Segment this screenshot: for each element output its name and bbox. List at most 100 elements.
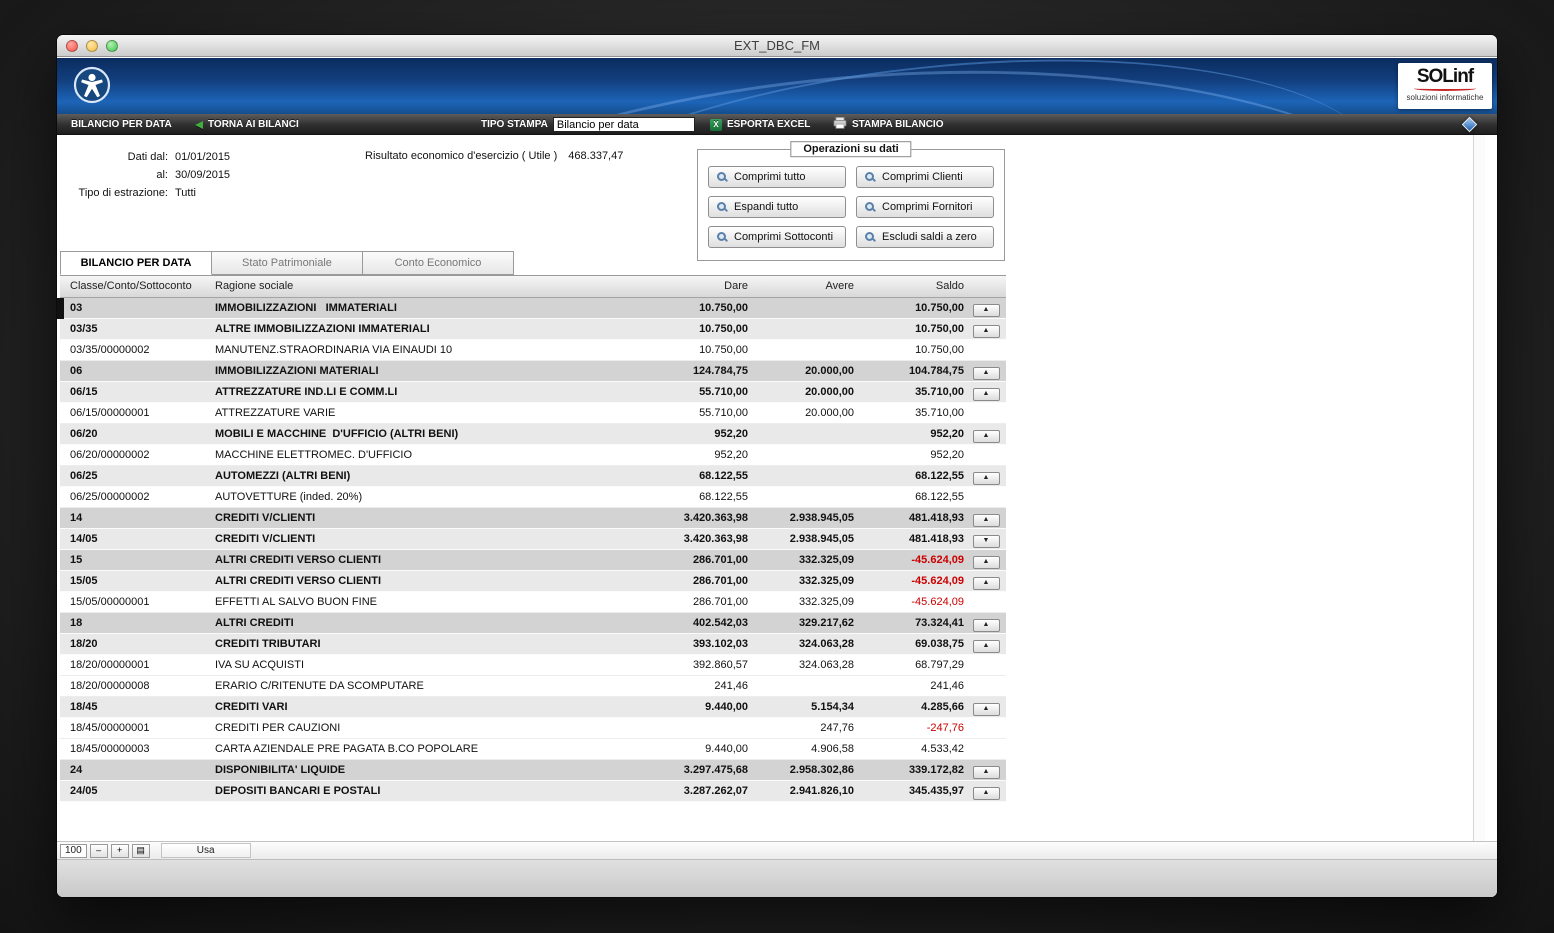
collapse-row-button[interactable]: ▲ [973,325,1000,338]
row-name: ALTRE IMMOBILIZZAZIONI IMMATERIALI [215,319,560,339]
zoom-level-box[interactable]: 100 [60,844,87,858]
table-row[interactable]: 06/20MOBILI E MACCHINE D'UFFICIO (ALTRI … [60,424,1006,445]
table-row[interactable]: 06/15/00000001ATTREZZATURE VARIE55.710,0… [60,403,1006,424]
row-code: 06/15 [60,382,215,402]
row-saldo: 69.038,75 [856,634,966,654]
row-saldo: 241,46 [856,676,966,696]
row-saldo: -45.624,09 [856,592,966,612]
row-actions: ▲ [966,571,1006,591]
table-row[interactable]: 06/15ATTREZZATURE IND.LI E COMM.LI55.710… [60,382,1006,403]
row-saldo: 10.750,00 [856,298,966,318]
escludi-saldi-a-zero-button[interactable]: Escludi saldi a zero [856,226,994,248]
table-header-row: Classe/Conto/SottocontoRagione socialeDa… [60,275,1006,298]
table-row[interactable]: 06/25AUTOMEZZI (ALTRI BENI)68.122,5568.1… [60,466,1006,487]
collapse-row-button[interactable]: ▲ [973,430,1000,443]
esporta-excel-label: ESPORTA EXCEL [727,119,810,130]
row-code: 15/05 [60,571,215,591]
vertical-scrollbar[interactable] [1473,135,1485,841]
collapse-row-button[interactable]: ▲ [973,787,1000,800]
table-row[interactable]: 03/35/00000002MANUTENZ.STRAORDINARIA VIA… [60,340,1006,361]
help-diamond-button[interactable] [1464,114,1475,135]
tab-stato-patrimoniale[interactable]: Stato Patrimoniale [211,251,363,275]
window-title: EXT_DBC_FM [57,35,1497,57]
comprimi-clienti-button[interactable]: Comprimi Clienti [856,166,994,188]
table-row[interactable]: 14CREDITI V/CLIENTI3.420.363,982.938.945… [60,508,1006,529]
table-row[interactable]: 15/05ALTRI CREDITI VERSO CLIENTI286.701,… [60,571,1006,592]
table-row[interactable]: 18/20CREDITI TRIBUTARI393.102,03324.063,… [60,634,1006,655]
zoom-window-button[interactable] [106,40,118,52]
close-window-button[interactable] [66,40,78,52]
table-row[interactable]: 03IMMOBILIZZAZIONI IMMATERIALI10.750,001… [60,298,1006,319]
accessibility-person-icon [73,66,111,104]
table-row[interactable]: 18ALTRI CREDITI402.542,03329.217,6273.32… [60,613,1006,634]
comprimi-fornitori-button[interactable]: Comprimi Fornitori [856,196,994,218]
collapse-row-button[interactable]: ▲ [973,766,1000,779]
row-avere: 324.063,28 [750,655,856,675]
row-saldo: 35.710,00 [856,382,966,402]
collapse-row-button[interactable]: ▲ [973,640,1000,653]
stampa-bilancio-button[interactable]: STAMPA BILANCIO [833,114,943,135]
collapse-row-button[interactable]: ▲ [973,472,1000,485]
row-name: DISPONIBILITA' LIQUIDE [215,760,560,780]
table-row[interactable]: 14/05CREDITI V/CLIENTI3.420.363,982.938.… [60,529,1006,550]
table-row[interactable]: 18/45/00000001CREDITI PER CAUZIONI247,76… [60,718,1006,739]
torna-ai-bilanci-button[interactable]: TORNA AI BILANCI [195,114,299,135]
table-row[interactable]: 24/05DEPOSITI BANCARI E POSTALI3.287.262… [60,781,1006,802]
table-row[interactable]: 18/20/00000008ERARIO C/RITENUTE DA SCOMP… [60,676,1006,697]
row-avere: 2.941.826,10 [750,781,856,801]
table-row[interactable]: 15/05/00000001EFFETTI AL SALVO BUON FINE… [60,592,1006,613]
table-row[interactable]: 06/25/00000002AUTOVETTURE (inded. 20%)68… [60,487,1006,508]
row-dare: 9.440,00 [560,697,750,717]
collapse-row-button[interactable]: ▲ [973,367,1000,380]
magnifier-icon [864,231,876,243]
tipo-stampa-input[interactable] [553,117,695,132]
table-row[interactable]: 06IMMOBILIZZAZIONI MATERIALI124.784,7520… [60,361,1006,382]
esporta-excel-button[interactable]: ESPORTA EXCEL [710,114,810,135]
row-actions [966,592,1006,612]
espandi-tutto-button[interactable]: Espandi tutto [708,196,846,218]
row-saldo: 68.122,55 [856,487,966,507]
row-saldo: -45.624,09 [856,550,966,570]
row-avere: 332.325,09 [750,571,856,591]
table-row[interactable]: 24DISPONIBILITA' LIQUIDE3.297.475,682.95… [60,760,1006,781]
minimize-window-button[interactable] [86,40,98,52]
collapse-row-button[interactable]: ▲ [973,304,1000,317]
row-code: 15/05/00000001 [60,592,215,612]
table-row[interactable]: 03/35ALTRE IMMOBILIZZAZIONI IMMATERIALI1… [60,319,1006,340]
comprimi-tutto-button[interactable]: Comprimi tutto [708,166,846,188]
zoom-out-button[interactable]: – [90,844,108,858]
tab-bilancio-per-data[interactable]: BILANCIO PER DATA [60,251,212,275]
table-row[interactable]: 15ALTRI CREDITI VERSO CLIENTI286.701,003… [60,550,1006,571]
row-saldo: 4.533,42 [856,739,966,759]
tipo-stampa-field: TIPO STAMPA [481,114,695,135]
collapse-row-button[interactable]: ▲ [973,619,1000,632]
collapse-row-button[interactable]: ▲ [973,577,1000,590]
row-name: ALTRI CREDITI VERSO CLIENTI [215,550,560,570]
row-actions [966,445,1006,465]
column-header-saldo: Saldo [856,276,966,297]
report-info: Dati dal: 01/01/2015 al: 30/09/2015 Tipo… [65,148,230,202]
window-titlebar[interactable]: EXT_DBC_FM [57,35,1497,57]
operazioni-su-dati-panel: Operazioni su dati Comprimi tuttoComprim… [697,149,1005,261]
tab-conto-economico[interactable]: Conto Economico [362,251,514,275]
row-avere: 329.217,62 [750,613,856,633]
window-controls [66,40,118,52]
table-row[interactable]: 18/45CREDITI VARI9.440,005.154,344.285,6… [60,697,1006,718]
collapse-row-button[interactable]: ▲ [973,388,1000,401]
table-row[interactable]: 18/20/00000001IVA SU ACQUISTI392.860,573… [60,655,1006,676]
magnifier-icon [864,171,876,183]
collapse-row-button[interactable]: ▲ [973,514,1000,527]
row-avere [750,466,856,486]
table-row[interactable]: 06/20/00000002MACCHINE ELETTROMEC. D'UFF… [60,445,1006,466]
layout-mode-icon-button[interactable]: ▤ [132,844,150,858]
expand-row-button[interactable]: ▼ [973,535,1000,548]
row-avere: 332.325,09 [750,592,856,612]
collapse-row-button[interactable]: ▲ [973,703,1000,716]
mode-popup[interactable]: Usa [161,843,251,858]
table-row[interactable]: 18/45/00000003CARTA AZIENDALE PRE PAGATA… [60,739,1006,760]
back-arrow-icon [195,121,203,129]
zoom-in-button[interactable]: + [111,844,129,858]
collapse-row-button[interactable]: ▲ [973,556,1000,569]
comprimi-sottoconti-button[interactable]: Comprimi Sottoconti [708,226,846,248]
row-actions: ▲ [966,319,1006,339]
